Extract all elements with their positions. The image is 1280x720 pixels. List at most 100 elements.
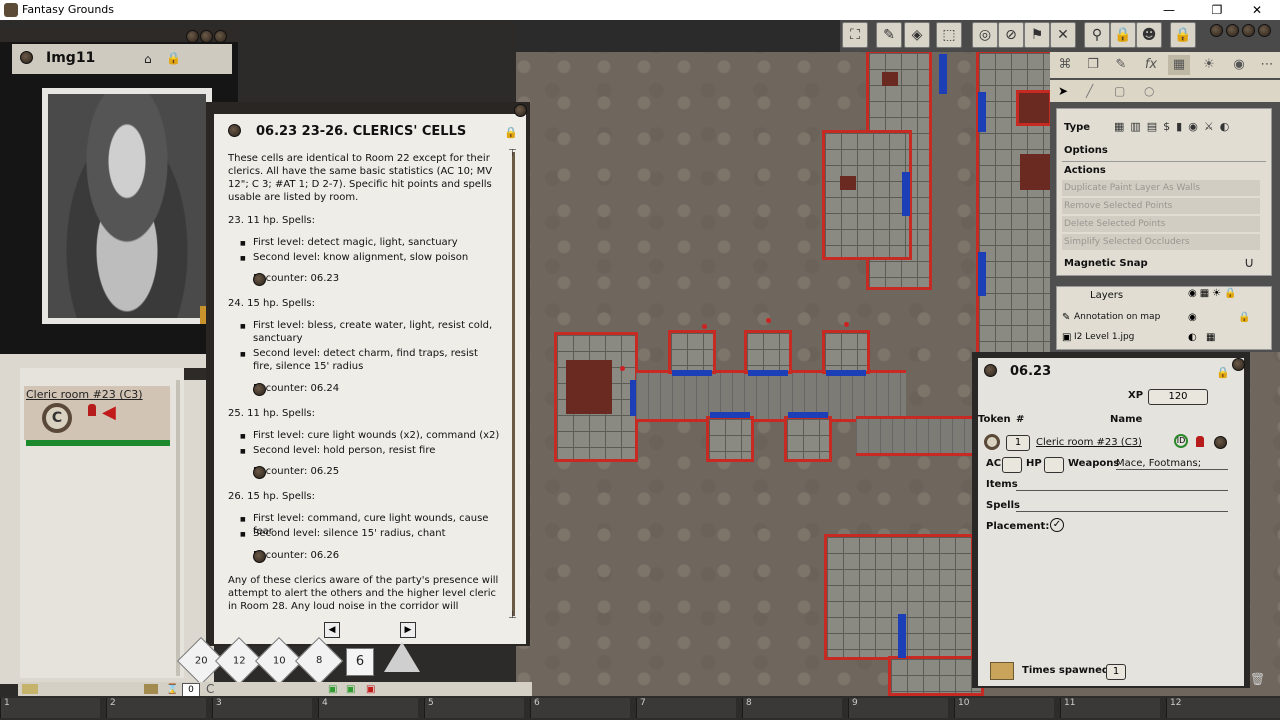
flag-icon[interactable]: ⚑ <box>1024 22 1050 48</box>
story-scrollbar[interactable] <box>512 152 515 616</box>
hotkey-slot[interactable]: 4 <box>318 698 418 718</box>
tab-vision[interactable]: ◉ <box>1228 55 1250 75</box>
hotkey-slot[interactable]: 2 <box>106 698 206 718</box>
spawn-envelope-icon[interactable] <box>990 662 1014 680</box>
vision-icon[interactable]: ◐ <box>1188 332 1197 343</box>
close-icon[interactable] <box>514 104 527 117</box>
hotkey-slot[interactable]: 11 <box>1060 698 1160 718</box>
d4-die[interactable] <box>384 642 420 672</box>
reset-icon[interactable]: C <box>206 682 214 696</box>
person-icon[interactable]: ☻ <box>1136 22 1162 48</box>
lock-icon[interactable]: 🔒 <box>1216 366 1230 379</box>
link-icon[interactable] <box>1214 436 1227 449</box>
envelope-icon[interactable] <box>22 684 38 694</box>
hotkey-slot[interactable]: 12 <box>1166 698 1280 718</box>
link-icon[interactable] <box>253 550 266 563</box>
lock-icon[interactable]: 🔒 <box>504 126 518 139</box>
prev-page-button[interactable]: ◀ <box>324 622 340 638</box>
close-button[interactable]: ✕ <box>1234 0 1280 20</box>
chevron-icon[interactable] <box>1226 24 1239 37</box>
target-icon[interactable]: ◎ <box>972 22 998 48</box>
grid-icon[interactable]: ▦ <box>1206 332 1215 343</box>
tab-walls[interactable]: ▦ <box>1168 55 1190 75</box>
spells-field[interactable] <box>1016 510 1228 512</box>
encounter-link[interactable]: Encounter: 06.25 <box>234 466 339 479</box>
scroll-top-icon[interactable]: ⊤ <box>508 148 517 159</box>
tracker-entry-name[interactable]: Cleric room #23 (C3) <box>26 388 143 401</box>
map-pin[interactable] <box>844 322 849 327</box>
no-target-icon[interactable]: ⊘ <box>998 22 1024 48</box>
layer-item[interactable]: ✎ <box>1062 312 1070 323</box>
hotkey-slot[interactable]: 3 <box>212 698 312 718</box>
next-page-button[interactable]: ▶ <box>400 622 416 638</box>
link-icon[interactable] <box>253 466 266 479</box>
remove-points-button[interactable]: Remove Selected Points <box>1062 198 1260 214</box>
link-icon[interactable] <box>984 364 997 377</box>
cross-swords-icon[interactable]: ✕ <box>1050 22 1076 48</box>
link-icon[interactable] <box>228 124 241 137</box>
hotkey-slot[interactable]: 10 <box>954 698 1054 718</box>
green-npc-icon[interactable]: ▣ <box>346 684 355 695</box>
npc-name-link[interactable]: Cleric room #23 (C3) <box>1036 437 1142 448</box>
modifier-box[interactable]: 0 <box>182 683 200 697</box>
pointer-icon[interactable]: ➤ <box>1058 84 1068 98</box>
xp-field[interactable]: 120 <box>1148 389 1208 405</box>
placement-check-icon[interactable]: ✓ <box>1050 518 1064 532</box>
tab-light[interactable]: ☀ <box>1198 55 1220 75</box>
trash-icon[interactable]: 🗑 <box>1250 672 1265 686</box>
layer-item-label[interactable]: I2 Level 1.jpg <box>1074 332 1134 342</box>
hotkey-slot[interactable]: 8 <box>742 698 842 718</box>
map-pin[interactable] <box>620 366 625 371</box>
red-npc-icon[interactable]: ▣ <box>366 684 375 695</box>
lock-icon[interactable]: 🔒 <box>1170 22 1196 48</box>
link-icon[interactable] <box>20 51 33 64</box>
tab-copy[interactable]: ❐ <box>1082 55 1104 75</box>
lock-token-icon[interactable]: 🔒 <box>1110 22 1136 48</box>
select-icon[interactable]: ⬚ <box>936 22 962 48</box>
link-icon[interactable] <box>253 383 266 396</box>
settings-icon[interactable] <box>186 30 199 43</box>
id-icon[interactable]: ID <box>1174 434 1188 448</box>
encounter-link[interactable]: Encounter: 06.26 <box>234 550 339 563</box>
layer-item-label[interactable]: Annotation on map <box>1074 312 1160 322</box>
hotkey-slot[interactable]: 1 <box>0 698 100 718</box>
brush-icon[interactable]: ✎ <box>876 22 902 48</box>
map-pin[interactable] <box>766 318 771 323</box>
eye-icon[interactable]: ◉ <box>1188 312 1197 323</box>
encounter-link[interactable]: Encounter: 06.24 <box>234 383 339 396</box>
hotkey-slot[interactable]: 6 <box>530 698 630 718</box>
tab-fx[interactable]: fx <box>1140 55 1162 75</box>
wall-type-icons[interactable]: ▦▥▤$▮◉⚔◐ <box>1114 120 1235 133</box>
green-npc-icon[interactable]: ▣ <box>328 684 337 695</box>
pin-icon[interactable]: ⚲ <box>1084 22 1110 48</box>
fullscreen-icon[interactable]: ⛶ <box>842 22 868 48</box>
hotkey-slot[interactable]: 7 <box>636 698 736 718</box>
help-icon[interactable] <box>200 30 213 43</box>
rectangle-icon[interactable]: ▢ <box>1114 84 1125 98</box>
lock-icon[interactable]: 🔒 <box>1238 312 1250 323</box>
hourglass-icon[interactable]: ⌛ <box>166 684 178 695</box>
faction-icon[interactable] <box>1196 436 1204 447</box>
items-field[interactable] <box>1016 489 1228 491</box>
scroll-bottom-icon[interactable]: ⊥ <box>508 610 517 621</box>
tab-brush[interactable]: ✎ <box>1110 55 1132 75</box>
close-icon[interactable] <box>1258 24 1271 37</box>
weapons-field[interactable]: Mace, Footmans; <box>1116 458 1228 470</box>
token-icon[interactable]: C <box>42 403 72 433</box>
delete-points-button[interactable]: Delete Selected Points <box>1062 216 1260 232</box>
duplicate-walls-button[interactable]: Duplicate Paint Layer As Walls <box>1062 180 1260 196</box>
tab-grid[interactable]: ⌘ <box>1054 55 1076 75</box>
share-icon[interactable]: ⌂ <box>144 52 152 66</box>
map-pin[interactable] <box>702 324 707 329</box>
gear-icon[interactable] <box>1210 24 1223 37</box>
close-icon[interactable] <box>1232 358 1245 371</box>
close-icon[interactable] <box>214 30 227 43</box>
hotkey-slot[interactable]: 5 <box>424 698 524 718</box>
count-field[interactable]: 1 <box>1006 435 1030 451</box>
eraser-icon[interactable]: ◈ <box>904 22 930 48</box>
hotkey-slot[interactable]: 9 <box>848 698 948 718</box>
tab-more[interactable]: ⋯ <box>1256 55 1278 75</box>
circle-icon[interactable]: ○ <box>1144 84 1154 98</box>
magnet-icon[interactable]: ∪ <box>1244 255 1254 271</box>
encounter-link[interactable]: Encounter: 06.23 <box>234 273 339 286</box>
